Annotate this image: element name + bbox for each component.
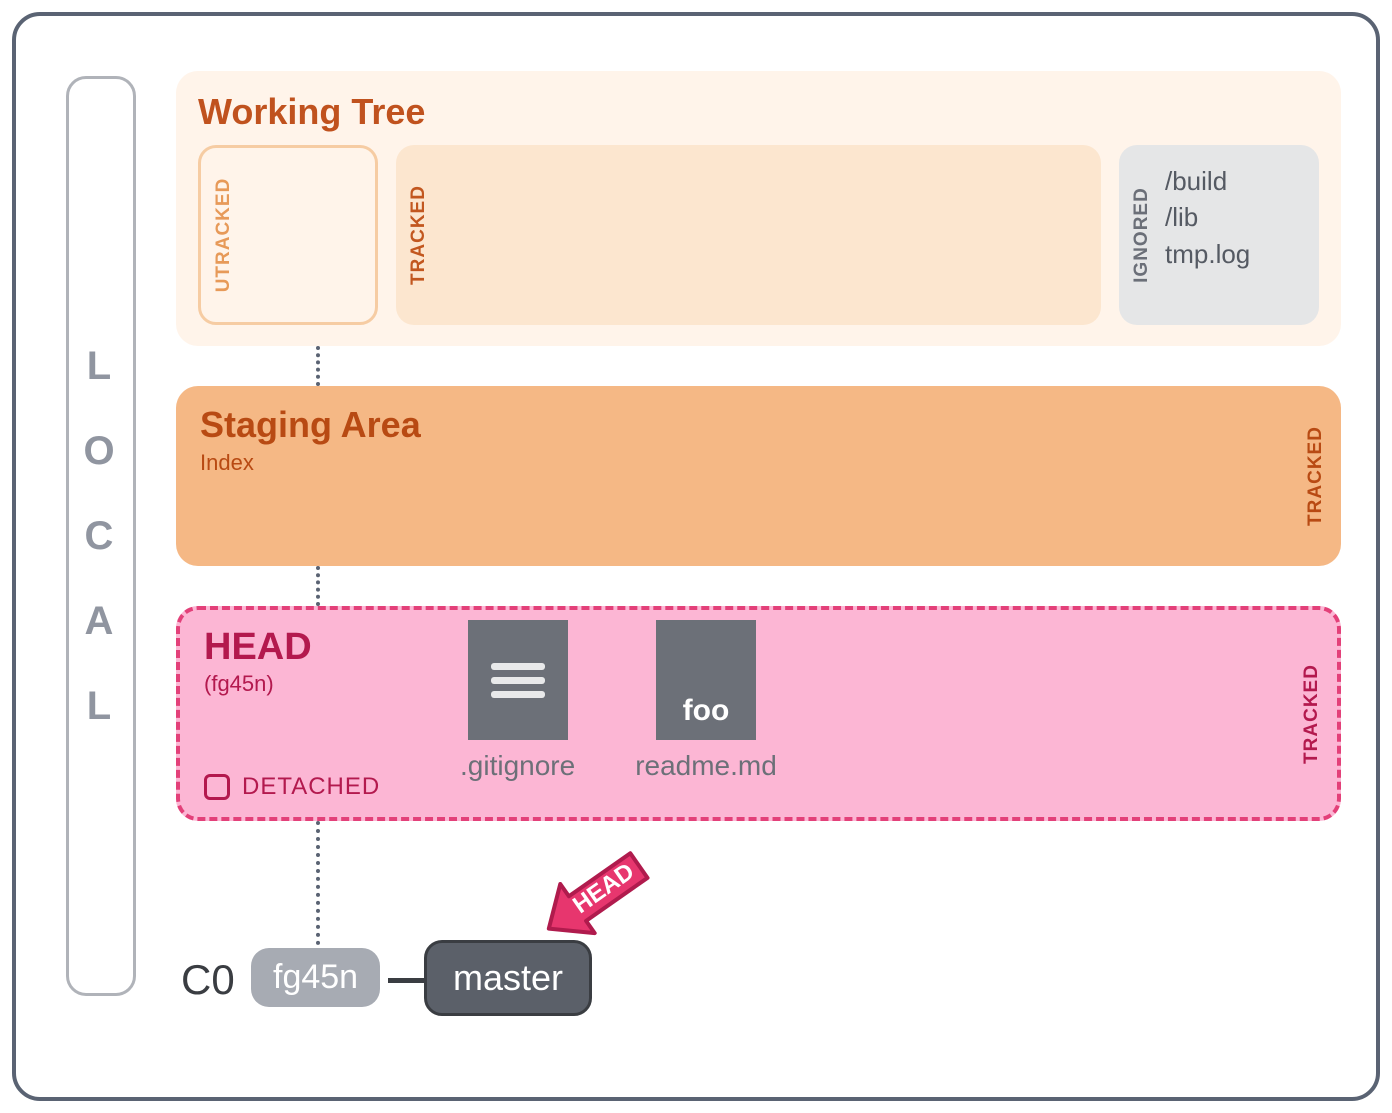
file-item: .gitignore — [460, 620, 575, 782]
staging-subtitle: Index — [200, 450, 1317, 476]
connector-line — [316, 821, 320, 961]
ignored-file: /build — [1165, 163, 1309, 199]
ignored-label: IGNORED — [1131, 187, 1153, 283]
working-tree-title: Working Tree — [198, 91, 1319, 133]
file-icon: foo — [656, 620, 756, 740]
head-files: .gitignore foo readme.md — [460, 620, 777, 782]
local-letter: L — [87, 684, 115, 729]
staging-tracked-label: TRACKED — [1305, 426, 1327, 526]
tracked-label: TRACKED — [408, 185, 430, 285]
branch-master: master — [424, 940, 592, 1016]
diagram-container: L O C A L Working Tree UTRACKED TRACKED … — [12, 12, 1380, 1101]
commit-label: C0 — [181, 956, 235, 1004]
checkbox-icon — [204, 774, 230, 800]
file-name: .gitignore — [460, 750, 575, 782]
local-letter: L — [87, 344, 115, 389]
file-icon — [468, 620, 568, 740]
file-item: foo readme.md — [635, 620, 777, 782]
local-letter: A — [85, 599, 118, 644]
local-letter: C — [85, 514, 118, 559]
local-letter: O — [83, 429, 118, 474]
working-tree-box: Working Tree UTRACKED TRACKED IGNORED /b… — [176, 71, 1341, 346]
commit-hash: fg45n — [251, 948, 380, 1007]
connector-line — [316, 566, 320, 606]
head-tracked-label: TRACKED — [1301, 664, 1323, 764]
untracked-label: UTRACKED — [213, 178, 235, 293]
working-tree-inner: UTRACKED TRACKED IGNORED /build /lib tmp… — [198, 145, 1319, 325]
connector-line — [316, 346, 320, 386]
detached-label: DETACHED — [242, 773, 380, 801]
file-text-icon: foo — [683, 694, 730, 728]
detached-indicator: DETACHED — [204, 773, 380, 801]
ignored-box: IGNORED /build /lib tmp.log — [1119, 145, 1319, 325]
head-box: HEAD (fg45n) DETACHED TRACKED .gitignore… — [176, 606, 1341, 821]
branch-connector — [388, 978, 424, 983]
untracked-box: UTRACKED — [198, 145, 378, 325]
staging-area-box: Staging Area Index TRACKED — [176, 386, 1341, 566]
ignored-file: /lib — [1165, 199, 1309, 235]
file-name: readme.md — [635, 750, 777, 782]
local-sidebar: L O C A L — [66, 76, 136, 996]
ignored-files-list: /build /lib tmp.log — [1165, 163, 1309, 272]
tracked-box: TRACKED — [396, 145, 1101, 325]
lines-icon — [491, 663, 545, 698]
ignored-file: tmp.log — [1165, 236, 1309, 272]
staging-title: Staging Area — [200, 404, 1317, 446]
